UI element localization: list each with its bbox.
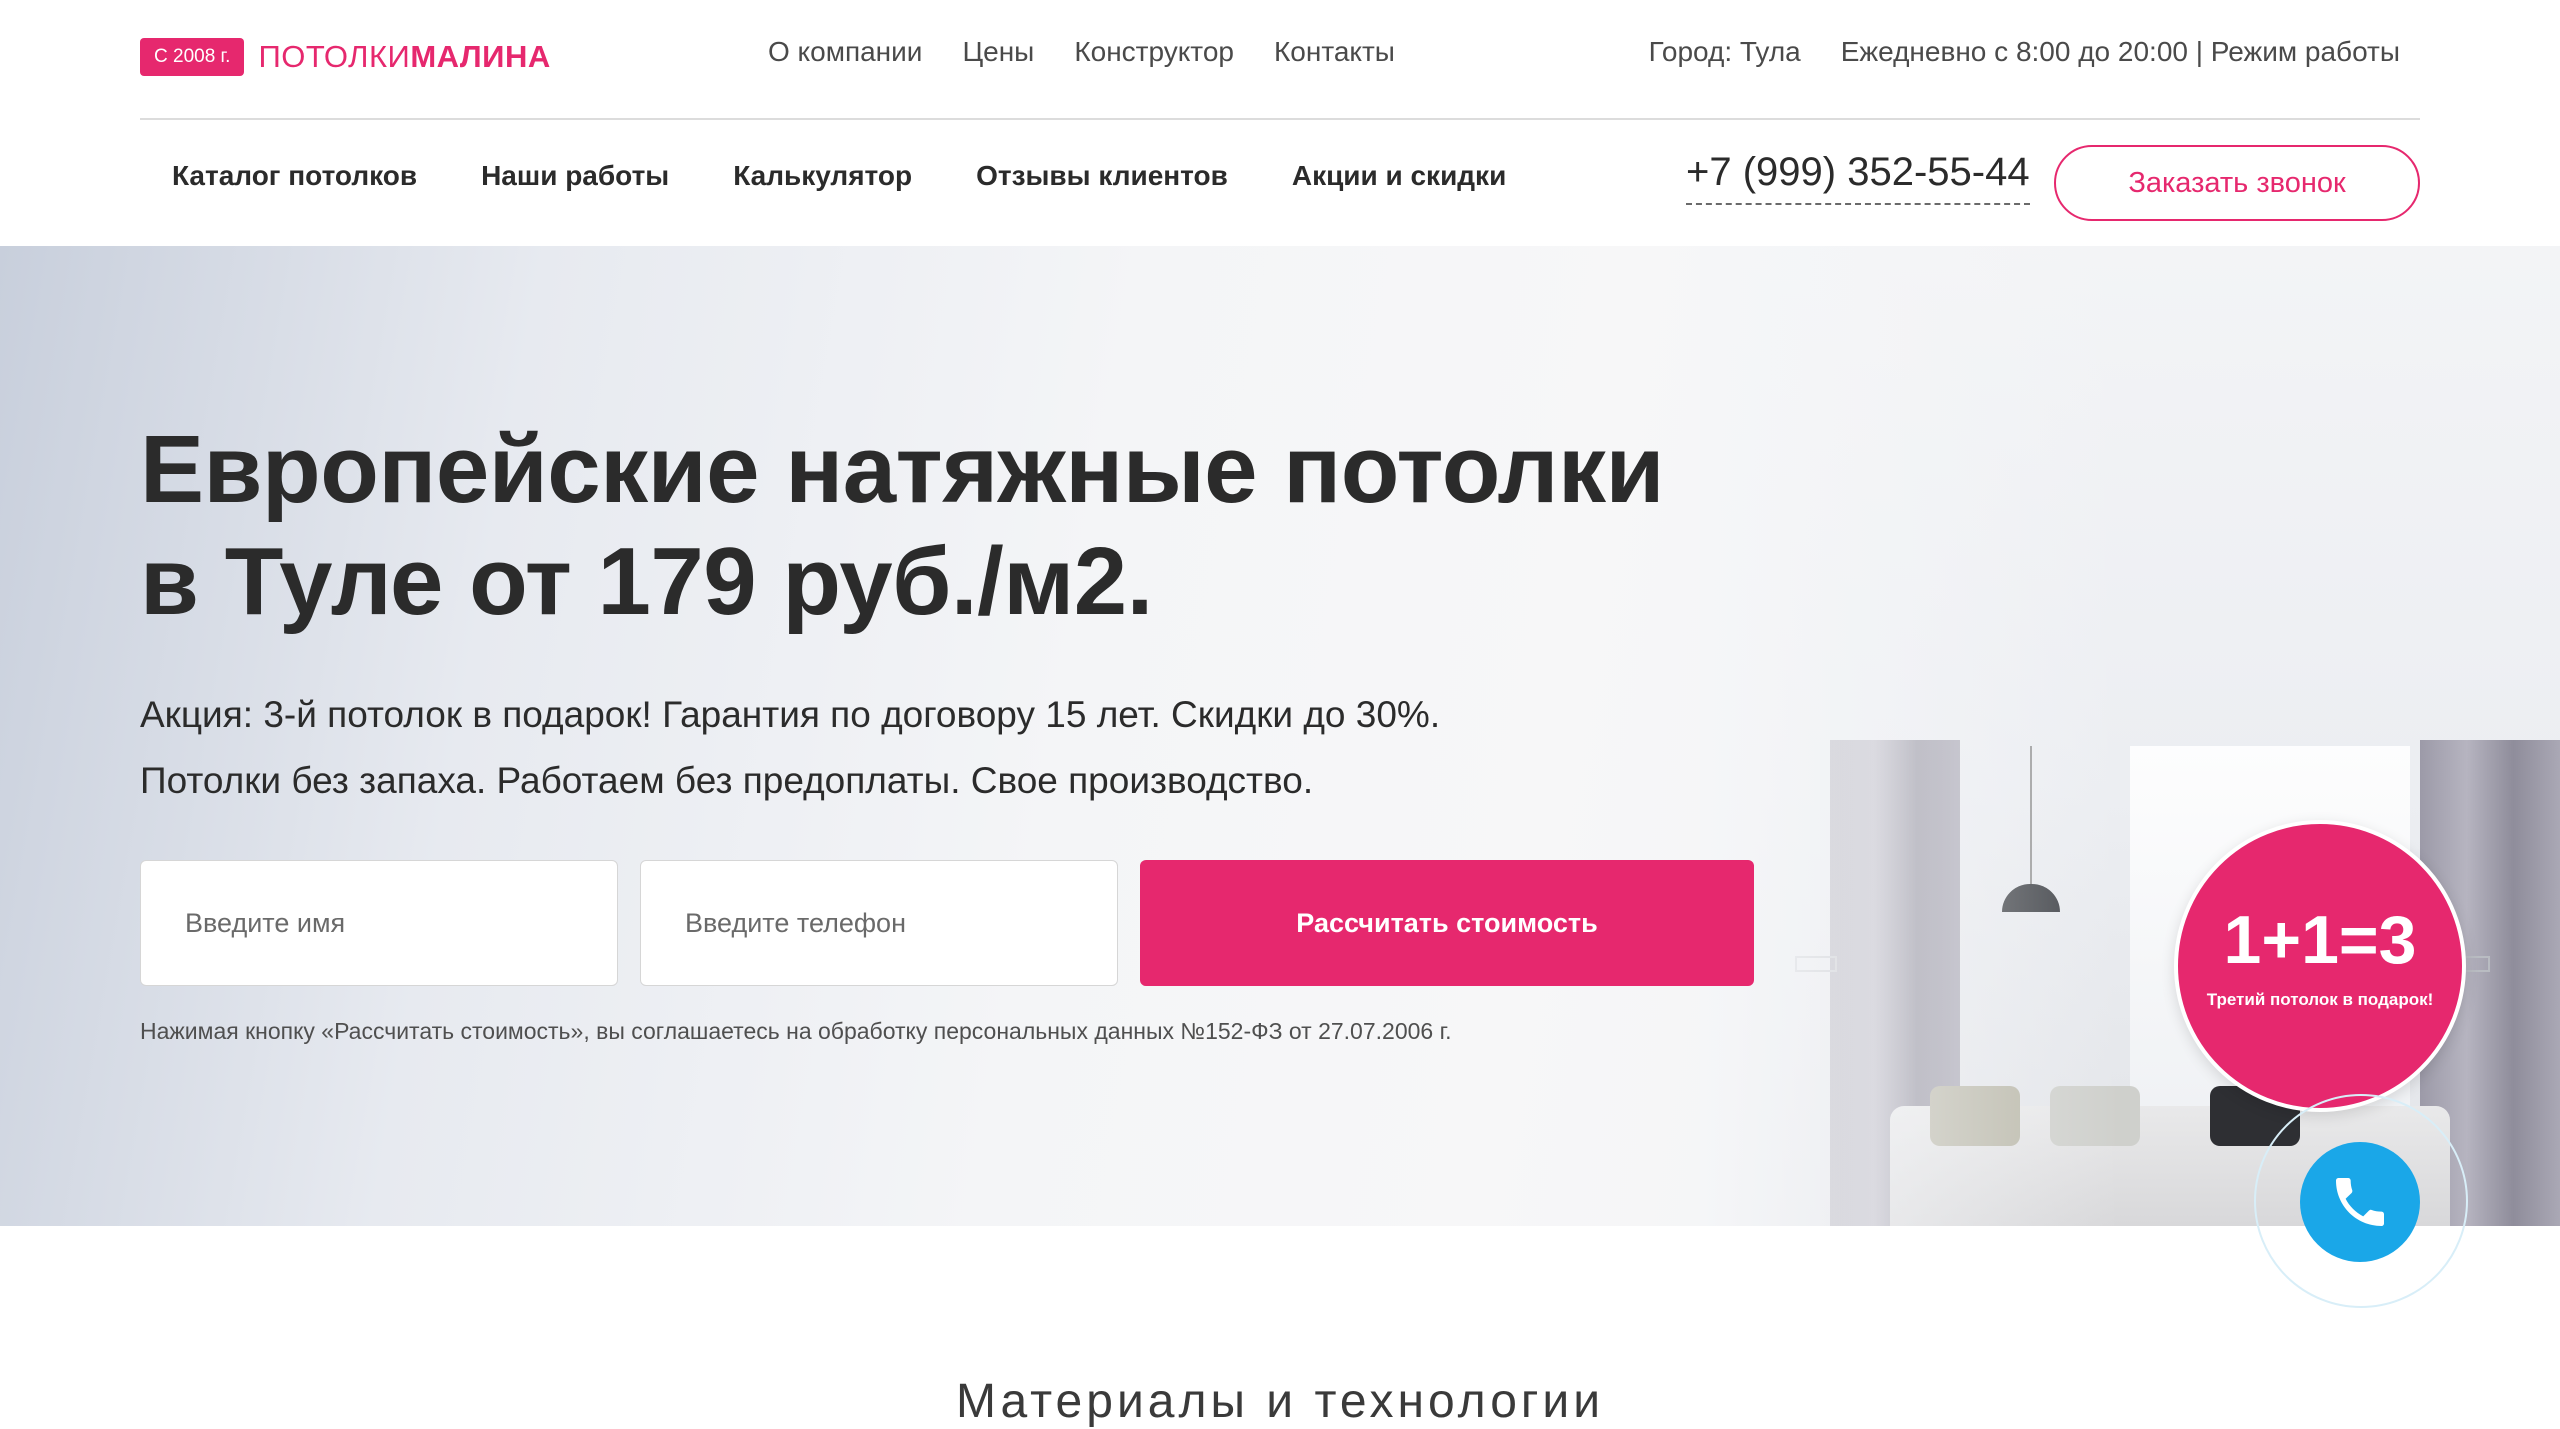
main-nav-catalog[interactable]: Каталог потолков [172, 160, 417, 192]
privacy-disclaimer: Нажимая кнопку «Рассчитать стоимость», в… [140, 1018, 1452, 1044]
promo-badge-subtitle: Третий потолок в подарок! [2206, 990, 2434, 1009]
top-right-info: Город: Тула Ежедневно с 8:00 до 20:00 | … [1649, 36, 2400, 68]
name-input[interactable] [140, 860, 618, 986]
hero-benefits-text: Потолки без запаха. Работаем без предопл… [140, 760, 1314, 801]
main-nav: Каталог потолков Наши работы Калькулятор… [172, 160, 1506, 192]
hero-promo-text: Акция: 3-й потолок в подарок! Гарантия п… [140, 694, 1441, 735]
phone-icon [2336, 1178, 2384, 1226]
order-callback-button[interactable]: Заказать звонок [2054, 145, 2420, 221]
top-nav: О компании Цены Конструктор Контакты [768, 36, 1395, 68]
promo-badge[interactable]: 1+1=3 Третий потолок в подарок! [2174, 820, 2466, 1112]
working-hours[interactable]: Ежедневно с 8:00 до 20:00 | Режим работы [1841, 36, 2400, 68]
main-nav-promotions[interactable]: Акции и скидки [1292, 160, 1506, 192]
promo-badge-title: 1+1=3 [2223, 902, 2417, 978]
phone-link[interactable]: +7 (999) 352-55-44 [1686, 150, 2030, 205]
calculate-cost-button[interactable]: Рассчитать стоимость [1140, 860, 1754, 986]
hero-section: Европейские натяжные потолки в Туле от 1… [0, 246, 2560, 1226]
logo[interactable]: С 2008 г. ПОТОЛКИМАЛИНА [140, 38, 551, 76]
logo-text-plain: ПОТОЛКИ [258, 39, 411, 74]
top-nav-constructor[interactable]: Конструктор [1074, 36, 1234, 68]
city-selector[interactable]: Город: Тула [1649, 36, 1801, 68]
top-nav-prices[interactable]: Цены [962, 36, 1034, 68]
hero-title: Европейские натяжные потолки в Туле от 1… [140, 414, 1665, 638]
phone-input[interactable] [640, 860, 1118, 986]
top-bar: С 2008 г. ПОТОЛКИМАЛИНА О компании Цены … [140, 0, 2420, 120]
logo-text: ПОТОЛКИМАЛИНА [258, 39, 550, 75]
materials-section-title: Материалы и технологии [955, 1375, 1605, 1428]
logo-badge: С 2008 г. [140, 38, 245, 76]
logo-text-bold: МАЛИНА [410, 39, 551, 74]
main-nav-reviews[interactable]: Отзывы клиентов [976, 160, 1228, 192]
top-nav-contacts[interactable]: Контакты [1274, 36, 1395, 68]
hero-title-line-2: в Туле от 179 руб./м2. [140, 528, 1153, 635]
main-nav-works[interactable]: Наши работы [481, 160, 669, 192]
main-nav-calculator[interactable]: Калькулятор [733, 160, 912, 192]
hero-title-line-1: Европейские натяжные потолки [140, 416, 1665, 523]
top-nav-about[interactable]: О компании [768, 36, 922, 68]
call-widget-button[interactable] [2300, 1142, 2420, 1262]
hero-fade-overlay [1700, 246, 2120, 1226]
